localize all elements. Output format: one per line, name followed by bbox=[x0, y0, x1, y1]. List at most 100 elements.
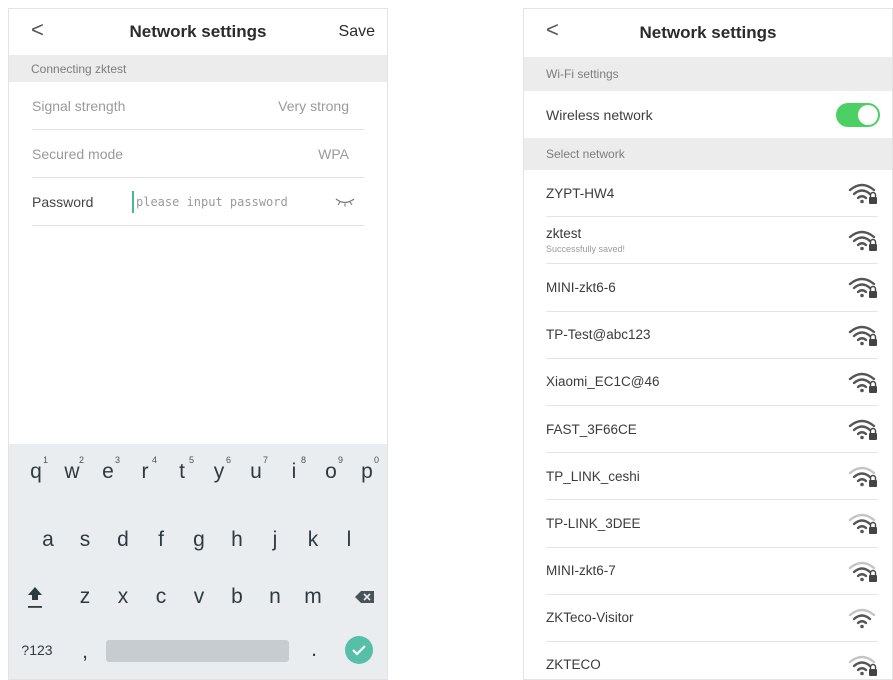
key-l[interactable]: l bbox=[334, 520, 364, 560]
wifi-lock-icon bbox=[848, 467, 877, 488]
network-name: zktest bbox=[546, 226, 582, 242]
key-y[interactable]: y6 bbox=[204, 452, 234, 492]
key-z[interactable]: z bbox=[70, 577, 100, 617]
key-a[interactable]: a bbox=[33, 520, 63, 560]
keyboard-row-3: zxcvbnm bbox=[9, 577, 387, 625]
password-row: Password bbox=[32, 178, 364, 226]
network-name: Xiaomi_EC1C@46 bbox=[546, 374, 660, 390]
network-name: ZKTeco-Visitor bbox=[546, 610, 634, 626]
network-text: ZKTECO bbox=[546, 657, 601, 672]
select-network-section-header: Select network bbox=[524, 138, 892, 170]
network-text: ZYPT-HW4 bbox=[546, 186, 614, 201]
network-item[interactable]: FAST_3F66CE bbox=[546, 406, 878, 454]
key-h[interactable]: h bbox=[222, 520, 252, 560]
network-item[interactable]: zktest Successfully saved! bbox=[546, 217, 878, 265]
key-s[interactable]: s bbox=[70, 520, 100, 560]
key-g[interactable]: g bbox=[184, 520, 214, 560]
network-item[interactable]: ZKTeco-Visitor bbox=[546, 595, 878, 642]
network-item[interactable]: MINI-zkt6-6 bbox=[546, 264, 878, 312]
key-x[interactable]: x bbox=[108, 577, 138, 617]
key-j[interactable]: j bbox=[260, 520, 290, 560]
wifi-lock-icon bbox=[848, 278, 877, 299]
space-key[interactable] bbox=[106, 640, 289, 662]
key-c[interactable]: c bbox=[146, 577, 176, 617]
backspace-icon bbox=[355, 591, 374, 603]
wifi-lock-icon bbox=[848, 325, 877, 346]
page-title: Network settings bbox=[129, 22, 267, 41]
key-v[interactable]: v bbox=[184, 577, 214, 617]
wifi-icon bbox=[848, 608, 876, 629]
network-list: ZYPT-HW4 zktest Successfully saved! MINI-zk… bbox=[524, 170, 892, 679]
signal-strength-label: Signal strength bbox=[32, 97, 126, 114]
key-m[interactable]: m bbox=[298, 577, 328, 617]
key-w[interactable]: w2 bbox=[57, 452, 87, 492]
network-name: TP_LINK_ceshi bbox=[546, 468, 640, 484]
key-q[interactable]: q1 bbox=[21, 452, 51, 492]
top-bar: < Network settings Save bbox=[9, 9, 387, 55]
network-item[interactable]: TP-LINK_3DEE bbox=[546, 500, 878, 548]
enter-key[interactable] bbox=[345, 636, 373, 664]
network-name: TP-Test@abc123 bbox=[546, 327, 651, 343]
wifi-lock-icon bbox=[848, 231, 877, 252]
period-key[interactable]: . bbox=[299, 630, 329, 670]
network-name: FAST_3F66CE bbox=[546, 421, 637, 437]
key-hint: 8 bbox=[300, 455, 306, 465]
network-text: zktest Successfully saved! bbox=[546, 226, 625, 254]
checkmark-icon bbox=[352, 645, 366, 656]
keyboard-row-1: q1w2e3r4t5y6u7i8o9p0 bbox=[9, 452, 387, 500]
network-item[interactable]: ZYPT-HW4 bbox=[546, 170, 878, 218]
backspace-key[interactable] bbox=[347, 577, 383, 617]
signal-strength-value: Very strong bbox=[278, 97, 349, 114]
wifi-lock-icon bbox=[848, 561, 877, 582]
network-name: MINI-zkt6-6 bbox=[546, 279, 616, 295]
key-d[interactable]: d bbox=[108, 520, 138, 560]
network-item[interactable]: TP_LINK_ceshi bbox=[546, 453, 878, 501]
shift-icon bbox=[28, 587, 42, 608]
wifi-lock-icon bbox=[848, 655, 877, 676]
network-text: TP_LINK_ceshi bbox=[546, 469, 640, 484]
key-label: q bbox=[30, 460, 42, 483]
connect-screen: < Network settings Save Connecting zktes… bbox=[8, 8, 388, 680]
password-input[interactable] bbox=[132, 190, 334, 213]
key-t[interactable]: t5 bbox=[167, 452, 197, 492]
key-p[interactable]: p0 bbox=[352, 452, 382, 492]
key-n[interactable]: n bbox=[260, 577, 290, 617]
key-label: o bbox=[325, 460, 337, 483]
key-label: p bbox=[361, 460, 373, 483]
key-i[interactable]: i8 bbox=[279, 452, 309, 492]
key-o[interactable]: o9 bbox=[316, 452, 346, 492]
network-text: MINI-zkt6-6 bbox=[546, 280, 616, 295]
comma-key[interactable]: , bbox=[73, 632, 97, 672]
network-text: Xiaomi_EC1C@46 bbox=[546, 374, 660, 389]
network-item[interactable]: MINI-zkt6-7 bbox=[546, 548, 878, 595]
key-label: r bbox=[141, 460, 149, 483]
key-hint: 4 bbox=[151, 455, 157, 465]
network-text: ZKTeco-Visitor bbox=[546, 610, 634, 625]
key-label: u bbox=[250, 460, 262, 483]
wifi-lock-icon bbox=[848, 183, 877, 205]
network-item[interactable]: ZKTECO bbox=[546, 642, 878, 679]
key-label: t bbox=[179, 460, 185, 483]
symbols-key[interactable]: ?123 bbox=[15, 630, 59, 670]
key-hint: 1 bbox=[42, 455, 48, 465]
network-item[interactable]: TP-Test@abc123 bbox=[546, 312, 878, 359]
shift-key[interactable] bbox=[21, 577, 49, 617]
key-f[interactable]: f bbox=[146, 520, 176, 560]
network-text: FAST_3F66CE bbox=[546, 422, 637, 437]
back-icon[interactable]: < bbox=[546, 17, 559, 43]
password-label: Password bbox=[32, 193, 94, 210]
back-icon[interactable]: < bbox=[31, 17, 44, 43]
key-b[interactable]: b bbox=[222, 577, 252, 617]
wifi-lock-icon bbox=[848, 372, 877, 393]
network-name: MINI-zkt6-7 bbox=[546, 563, 616, 579]
key-e[interactable]: e3 bbox=[93, 452, 123, 492]
save-button[interactable]: Save bbox=[339, 23, 375, 41]
key-r[interactable]: r4 bbox=[130, 452, 160, 492]
key-label: w bbox=[64, 460, 80, 483]
key-hint: 6 bbox=[225, 455, 231, 465]
key-u[interactable]: u7 bbox=[241, 452, 271, 492]
wireless-toggle[interactable] bbox=[836, 102, 880, 127]
eye-closed-icon[interactable] bbox=[334, 196, 356, 208]
key-k[interactable]: k bbox=[298, 520, 328, 560]
network-item[interactable]: Xiaomi_EC1C@46 bbox=[546, 359, 878, 406]
